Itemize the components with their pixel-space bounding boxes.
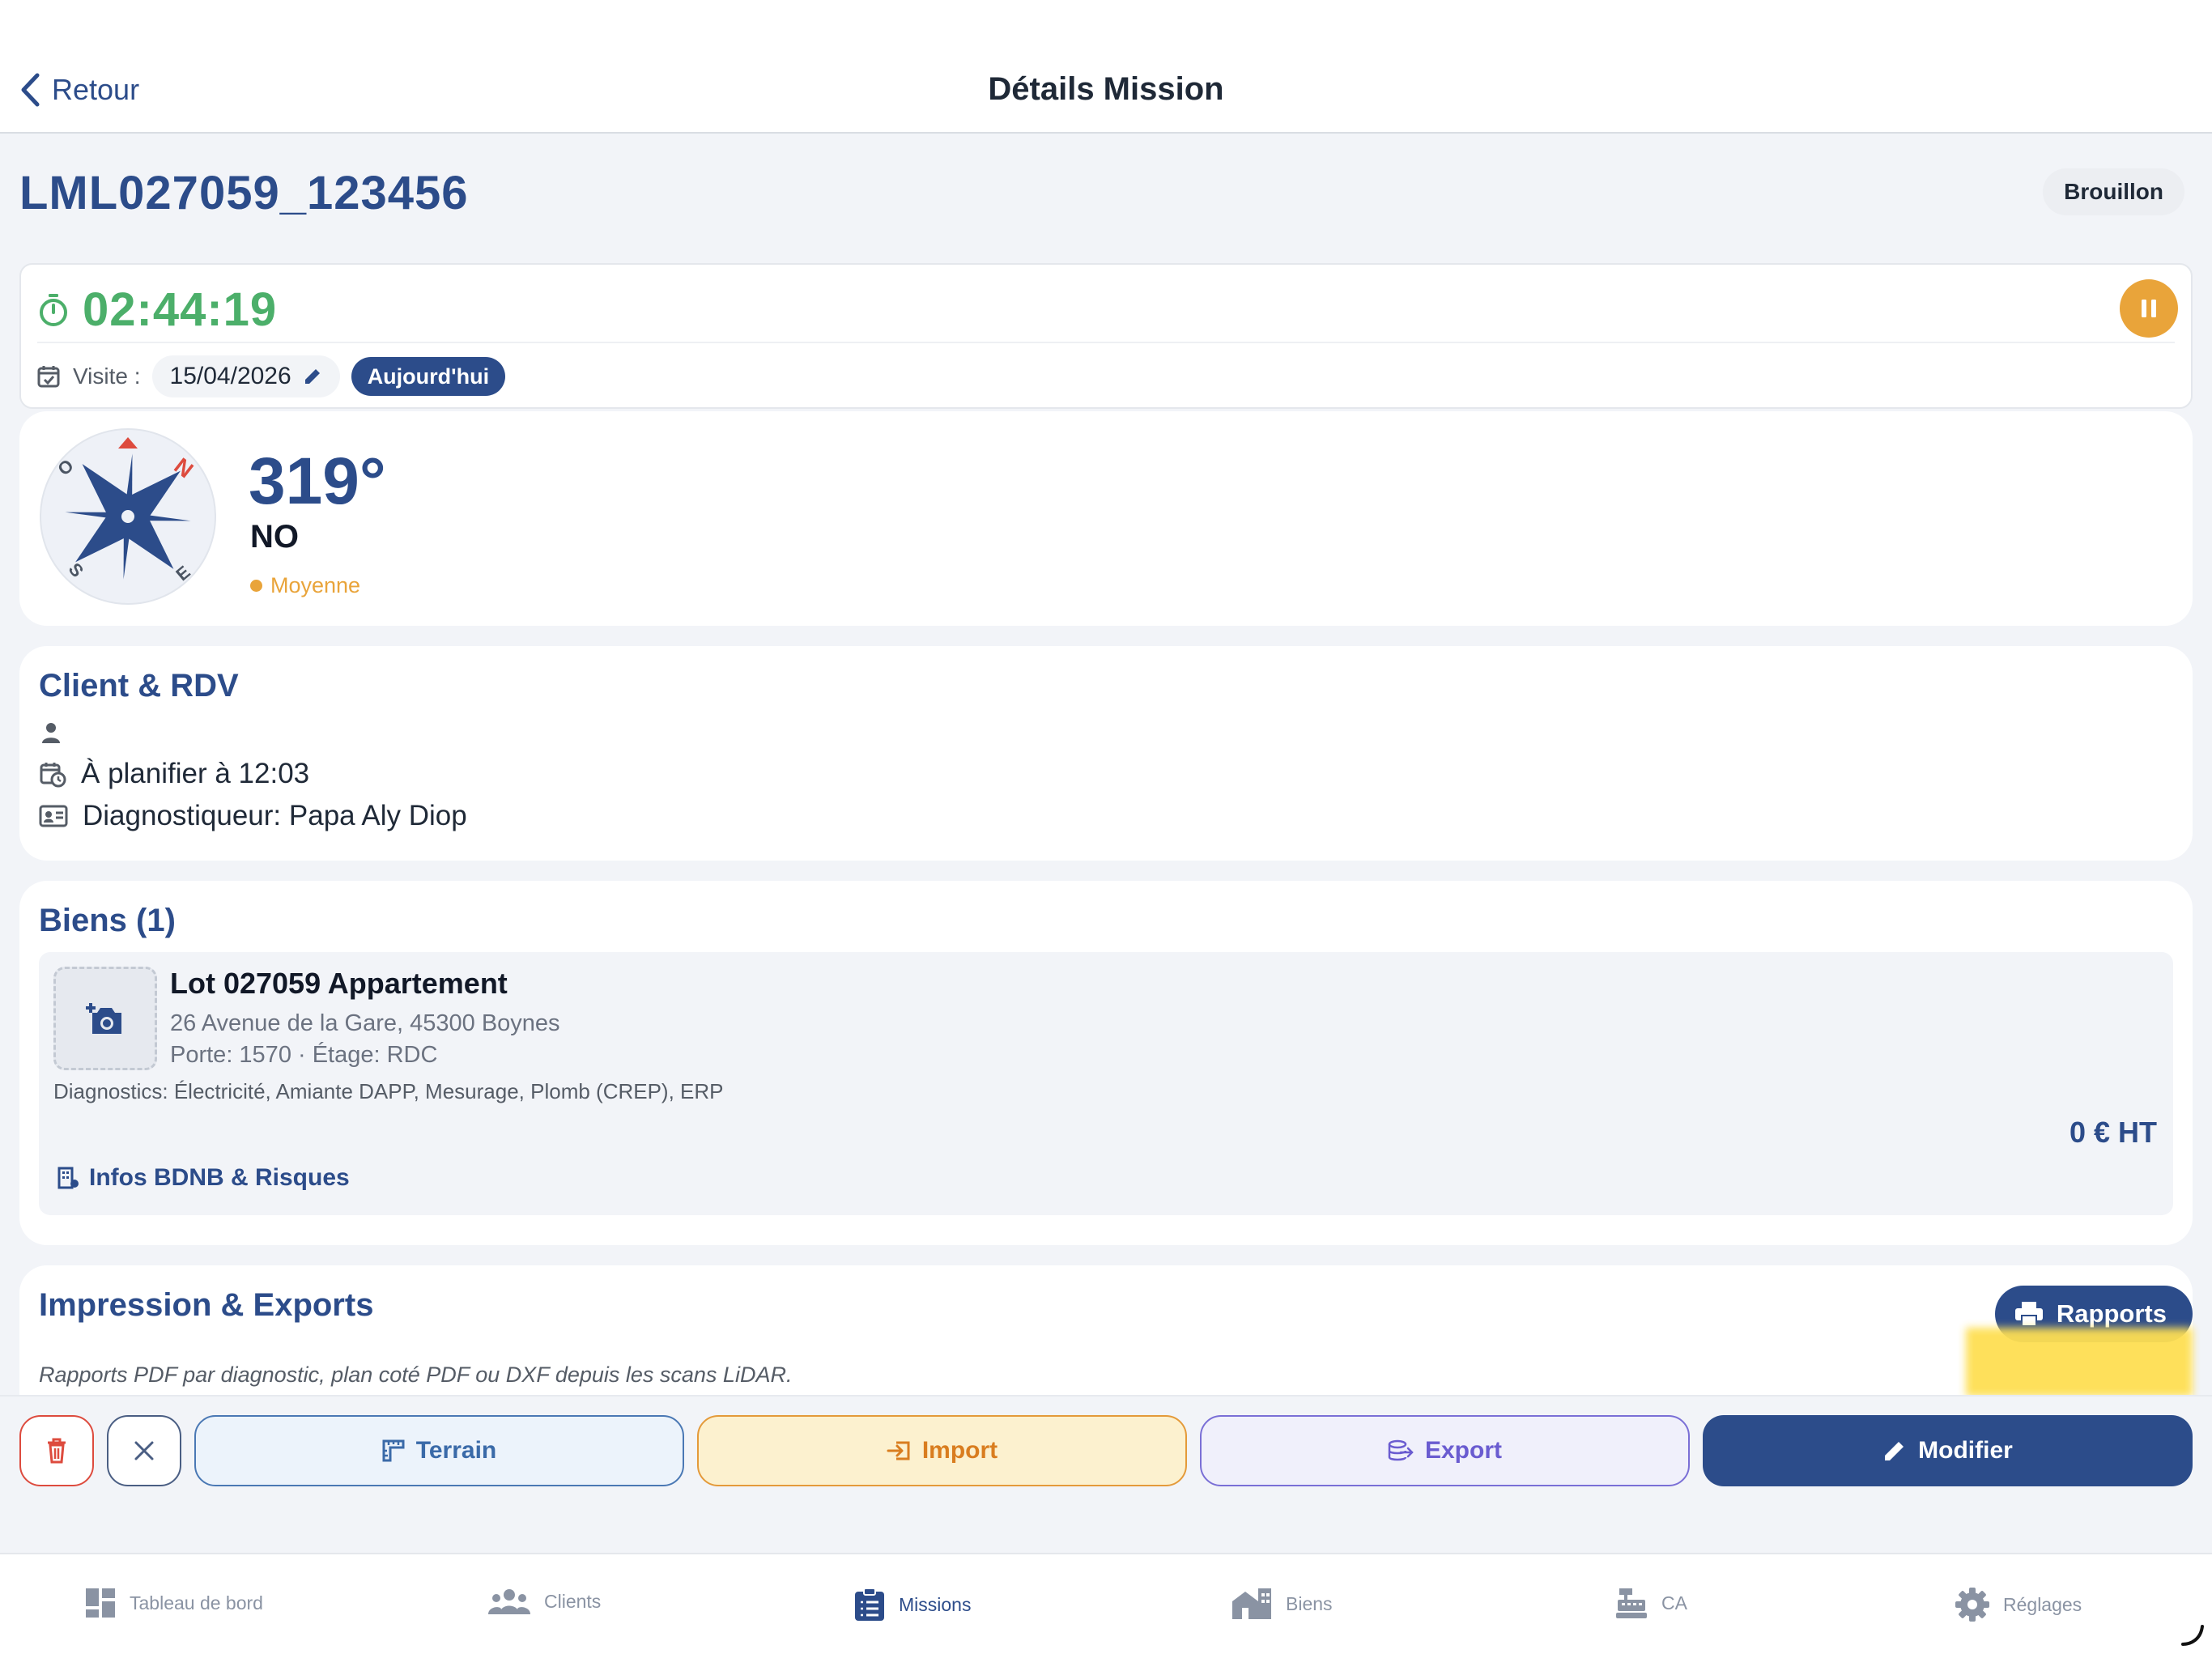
diagnostician-row: Diagnostiqueur: Papa Aly Diop	[39, 800, 467, 832]
compass-card: N O S E 319° NO Moyenne	[19, 411, 2193, 626]
pause-button[interactable]	[2120, 279, 2178, 338]
divider	[37, 342, 2175, 343]
touch-highlight	[1966, 1328, 2193, 1397]
client-name-row	[39, 721, 78, 745]
id-card-icon	[39, 805, 68, 827]
tab-tableau-de-bord[interactable]: Tableau de bord	[84, 1587, 263, 1619]
calendar-clock-icon	[40, 763, 66, 788]
terrain-button[interactable]: Terrain	[194, 1415, 684, 1486]
tab-label: CA	[1661, 1592, 1687, 1613]
pencil-icon	[304, 369, 320, 384]
rapports-label: Rapports	[2056, 1299, 2167, 1328]
tab-label: Tableau de bord	[130, 1592, 263, 1613]
camera-plus-icon	[86, 1003, 121, 1034]
compass-icon: N O S E	[39, 427, 217, 606]
import-icon	[887, 1441, 910, 1460]
trash-icon	[48, 1438, 66, 1464]
tab-label: Réglages	[2003, 1593, 2082, 1615]
impression-description: Rapports PDF par diagnostic, plan coté P…	[39, 1363, 793, 1387]
visit-date-picker[interactable]: 15/04/2026	[151, 355, 340, 397]
database-export-icon	[1388, 1439, 1414, 1461]
schedule-text: À planifier à 12:03	[81, 758, 310, 789]
compass-accuracy: Moyenne	[250, 573, 360, 598]
bien-price: 0 € HT	[2069, 1116, 2157, 1149]
mission-id: LML027059_123456	[19, 167, 469, 219]
clipboard-list-icon	[855, 1588, 884, 1621]
close-button[interactable]	[107, 1415, 181, 1486]
person-icon	[42, 723, 60, 743]
tab-reglages[interactable]: Réglages	[1955, 1587, 2082, 1622]
bien-title: Lot 027059 Appartement	[170, 967, 508, 1000]
pencil-icon	[1885, 1442, 1904, 1460]
timer-card: 02:44:19 Visite : 15/04/2026 Aujourd'hui	[19, 263, 2193, 409]
status-badge: Brouillon	[2043, 168, 2184, 215]
biens-card: Biens (1) Lot 027059 Appartement 26 Aven…	[19, 881, 2193, 1245]
impression-section-title: Impression & Exports	[39, 1287, 374, 1323]
compass-direction: NO	[250, 519, 299, 555]
tab-biens[interactable]: Biens	[1231, 1587, 1333, 1621]
import-button[interactable]: Import	[697, 1415, 1187, 1486]
page-title: Détails Mission	[988, 71, 1224, 107]
navigation-bar: Retour Détails Mission	[0, 0, 2212, 134]
cash-register-icon	[1616, 1588, 1647, 1618]
biens-section-title: Biens (1)	[39, 903, 176, 938]
modifier-button[interactable]: Modifier	[1703, 1415, 2193, 1486]
bdnb-label: Infos BDNB & Risques	[89, 1164, 350, 1191]
bien-address: 26 Avenue de la Gare, 45300 Boynes	[170, 1010, 560, 1036]
accuracy-label: Moyenne	[270, 573, 361, 597]
delete-button[interactable]	[19, 1415, 94, 1486]
today-badge: Aujourd'hui	[351, 357, 506, 396]
buildings-icon	[1232, 1588, 1271, 1619]
compass-degrees: 319°	[249, 444, 386, 518]
close-icon	[134, 1441, 154, 1460]
bien-diagnostics: Diagnostics: Électricité, Amiante DAPP, …	[53, 1079, 724, 1103]
tab-missions[interactable]: Missions	[853, 1587, 971, 1622]
tab-label: Clients	[544, 1590, 602, 1612]
dashboard-icon	[86, 1588, 115, 1618]
export-label: Export	[1424, 1437, 1502, 1464]
bien-item[interactable]: Lot 027059 Appartement 26 Avenue de la G…	[39, 952, 2173, 1215]
bien-porte-etage: Porte: 1570 · Étage: RDC	[170, 1042, 438, 1068]
modifier-label: Modifier	[1918, 1437, 2013, 1464]
calendar-check-icon	[37, 366, 60, 388]
accuracy-dot	[250, 580, 262, 592]
pause-icon	[2142, 300, 2156, 317]
users-icon	[488, 1589, 530, 1614]
gear-icon	[1955, 1588, 1989, 1622]
client-section-title: Client & RDV	[39, 668, 239, 704]
terrain-label: Terrain	[415, 1437, 497, 1464]
import-label: Import	[921, 1437, 998, 1464]
action-bar: Terrain Import Export Modifier	[0, 1395, 2212, 1520]
bdnb-link[interactable]: Infos BDNB & Risques	[57, 1164, 350, 1192]
add-photo-button[interactable]	[53, 967, 157, 1070]
schedule-row: À planifier à 12:03	[39, 758, 309, 790]
building-info-icon	[57, 1167, 79, 1189]
visit-label: Visite :	[73, 363, 141, 389]
printer-icon	[2014, 1302, 2043, 1327]
stopwatch-icon	[40, 293, 67, 326]
visit-date: 15/04/2026	[169, 363, 291, 389]
ruler-icon	[382, 1439, 405, 1462]
timer-value: 02:44:19	[83, 283, 278, 336]
tab-ca[interactable]: CA	[1614, 1587, 1687, 1619]
tab-clients[interactable]: Clients	[487, 1587, 601, 1616]
client-card: Client & RDV À planifier à 12:03 Diagnos…	[19, 646, 2193, 861]
tab-label: Missions	[899, 1593, 972, 1615]
export-button[interactable]: Export	[1200, 1415, 1690, 1486]
diagnostician-text: Diagnostiqueur: Papa Aly Diop	[83, 800, 467, 831]
tab-bar: Tableau de bord Clients Missions Biens C…	[0, 1553, 2212, 1658]
tab-label: Biens	[1286, 1592, 1333, 1614]
corner-indicator-icon	[2181, 1625, 2204, 1646]
